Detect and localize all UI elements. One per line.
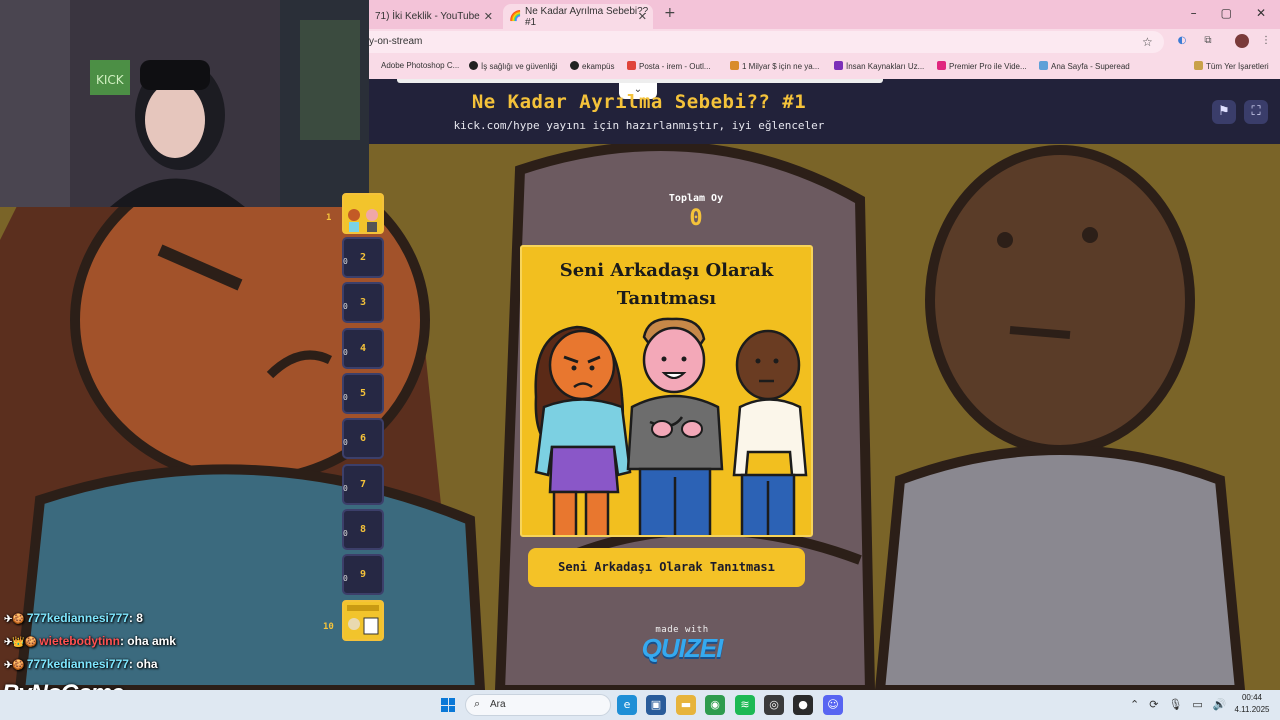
bookmark-item[interactable]: Ana Sayfa - Superead (1039, 61, 1130, 71)
bracket-slot[interactable]: 04 (342, 328, 384, 369)
windows-taskbar: ⌕ Ara e ▣ ▬ ◉ ≋ ◎ ● ☺ ⌃ ⟳ 🎙 ▭ 🔊 00:44 4.… (0, 690, 1280, 720)
clock[interactable]: 00:44 4.11.2025 (1230, 692, 1274, 716)
badge-icon: ✈👑🍪 (4, 637, 38, 648)
chat-username: 777kediannesi777 (26, 611, 129, 625)
close-window-button[interactable]: ✕ (1256, 6, 1266, 20)
fullscreen-icon[interactable]: ⛶ (1244, 100, 1268, 124)
bookmark-item[interactable]: ekampüs (570, 61, 614, 71)
discord-icon[interactable]: ☺ (823, 695, 843, 715)
quiz-header: ⌄ Ne Kadar Ayrılma Sebebi?? #1 kick.com/… (369, 79, 1280, 144)
tab-label: 71) İki Keklik - YouTube (375, 11, 480, 22)
file-explorer-icon[interactable]: ▬ (676, 695, 696, 715)
bracket-number: 1 (326, 213, 332, 223)
maximize-button[interactable]: ▢ (1221, 6, 1232, 20)
bookmark-star-icon[interactable]: ☆ (1142, 35, 1153, 49)
spotify-icon[interactable]: ≋ (735, 695, 755, 715)
bookmarks-bar: Adobe Photoshop C... İş sağlığı ve güven… (369, 55, 1280, 79)
browser-tab-bar: 71) İki Keklik - YouTube ✕ 🌈 Ne Kadar Ay… (369, 0, 1280, 29)
volume-icon[interactable]: 🔊 (1213, 698, 1227, 711)
option-answer-button[interactable]: Seni Arkadaşı Olarak Tanıtması (528, 548, 805, 587)
quizei-logo[interactable]: QUIZEI (622, 633, 742, 664)
bookmark-item[interactable]: Posta - irem - Outl... (627, 61, 711, 71)
bookmark-item[interactable]: 1 Milyar $ için ne ya... (730, 61, 819, 71)
total-votes-count: 0 (689, 206, 703, 231)
address-row: y-on-stream ☆ ◐ ⧉ ⋮ (369, 29, 1280, 55)
rainbow-favicon-icon: 🌈 (509, 11, 522, 22)
window-controls: – ▢ ✕ (1191, 6, 1266, 20)
total-votes-label: Toplam Oy (668, 193, 724, 204)
svg-text:KICK: KICK (96, 73, 125, 87)
quiz-subtitle: kick.com/hype yayını için hazırlanmıştır… (453, 119, 825, 132)
bracket-thumbnail-last[interactable] (342, 600, 384, 641)
bookmark-item[interactable]: Premier Pro ile Vide... (937, 61, 1027, 71)
windows-start-icon[interactable] (441, 698, 455, 712)
tab-quiz-active[interactable]: 🌈 Ne Kadar Ayrılma Sebebi?? #1 ✕ (503, 4, 653, 29)
chat-message: ✈🍪 777kediannesi777: oha (4, 657, 158, 671)
extension-icon[interactable]: ◐ (1175, 34, 1189, 48)
menu-dots-icon[interactable]: ⋮ (1259, 34, 1273, 48)
search-icon: ⌕ (474, 698, 481, 710)
bracket-slot[interactable]: 02 (342, 237, 384, 278)
bookmark-item[interactable]: Adobe Photoshop C... (381, 61, 459, 70)
monitor-icon[interactable]: ▭ (1192, 698, 1202, 711)
streamer-webcam: KICK (0, 0, 369, 207)
bracket-slot[interactable]: 07 (342, 464, 384, 505)
chevron-up-icon[interactable]: ⌃ (1130, 698, 1139, 711)
bookmark-folder[interactable]: Tüm Yer İşaretleri (1194, 61, 1269, 71)
bookmark-item[interactable]: İnsan Kaynakları Uz... (834, 61, 924, 71)
new-tab-button[interactable]: + (664, 5, 676, 21)
bracket-slot[interactable]: 06 (342, 418, 384, 459)
bracket-slot[interactable]: 08 (342, 509, 384, 550)
quiz-title: Ne Kadar Ayrılma Sebebi?? #1 (471, 91, 807, 113)
profile-avatar[interactable] (1235, 34, 1249, 48)
chat-username: 777kediannesi777 (26, 657, 129, 671)
chat-text: oha amk (127, 634, 176, 648)
system-tray: ⌃ ⟳ 🎙 ▭ 🔊 (1130, 698, 1227, 711)
close-tab-icon[interactable]: ✕ (484, 10, 493, 23)
bracket-number: 10 (323, 622, 334, 632)
network-sync-icon[interactable]: ⟳ (1149, 698, 1158, 711)
minimize-button[interactable]: – (1191, 6, 1197, 20)
chat-message: ✈🍪 777kediannesi777: 8 (4, 611, 143, 625)
chrome-icon[interactable]: ◉ (705, 695, 725, 715)
chat-username: wietebodytinn (39, 634, 120, 648)
clock-date: 4.11.2025 (1234, 705, 1270, 714)
bracket-thumbnail-current[interactable] (342, 193, 384, 234)
edge-icon[interactable]: e (617, 695, 637, 715)
bookmark-item[interactable]: İş sağlığı ve güvenliği (469, 61, 558, 71)
address-bar[interactable]: y-on-stream (369, 31, 1164, 53)
close-tab-icon[interactable]: ✕ (638, 10, 647, 23)
bracket-slot[interactable]: 03 (342, 282, 384, 323)
tab-label: Ne Kadar Ayrılma Sebebi?? #1 (525, 5, 649, 28)
option-card-title: Seni Arkadaşı Olarak Tanıtması (559, 260, 774, 309)
option-card[interactable]: Seni Arkadaşı Olarak Tanıtması (520, 245, 813, 537)
chat-text: 8 (136, 611, 143, 625)
bracket-slot[interactable]: 09 (342, 554, 384, 595)
chat-message: ✈👑🍪 wietebodytinn: oha amk (4, 634, 176, 648)
obs-icon[interactable]: ◎ (764, 695, 784, 715)
chat-text: oha (136, 657, 158, 671)
address-text: y-on-stream (369, 36, 423, 47)
tab-youtube[interactable]: 71) İki Keklik - YouTube ✕ (369, 4, 499, 29)
search-placeholder: Ara (490, 699, 506, 710)
extensions-puzzle-icon[interactable]: ⧉ (1201, 34, 1215, 48)
taskbar-search[interactable]: ⌕ Ara (465, 694, 611, 716)
microphone-icon[interactable]: 🎙 (1168, 698, 1182, 711)
store-icon[interactable]: ▣ (646, 695, 666, 715)
badge-icon: ✈🍪 (4, 614, 25, 625)
app-icon[interactable]: ● (793, 695, 813, 715)
clock-time: 00:44 (1241, 693, 1263, 702)
badge-icon: ✈🍪 (4, 660, 25, 671)
flag-icon[interactable]: ⚑ (1212, 100, 1236, 124)
bracket-slot[interactable]: 05 (342, 373, 384, 414)
